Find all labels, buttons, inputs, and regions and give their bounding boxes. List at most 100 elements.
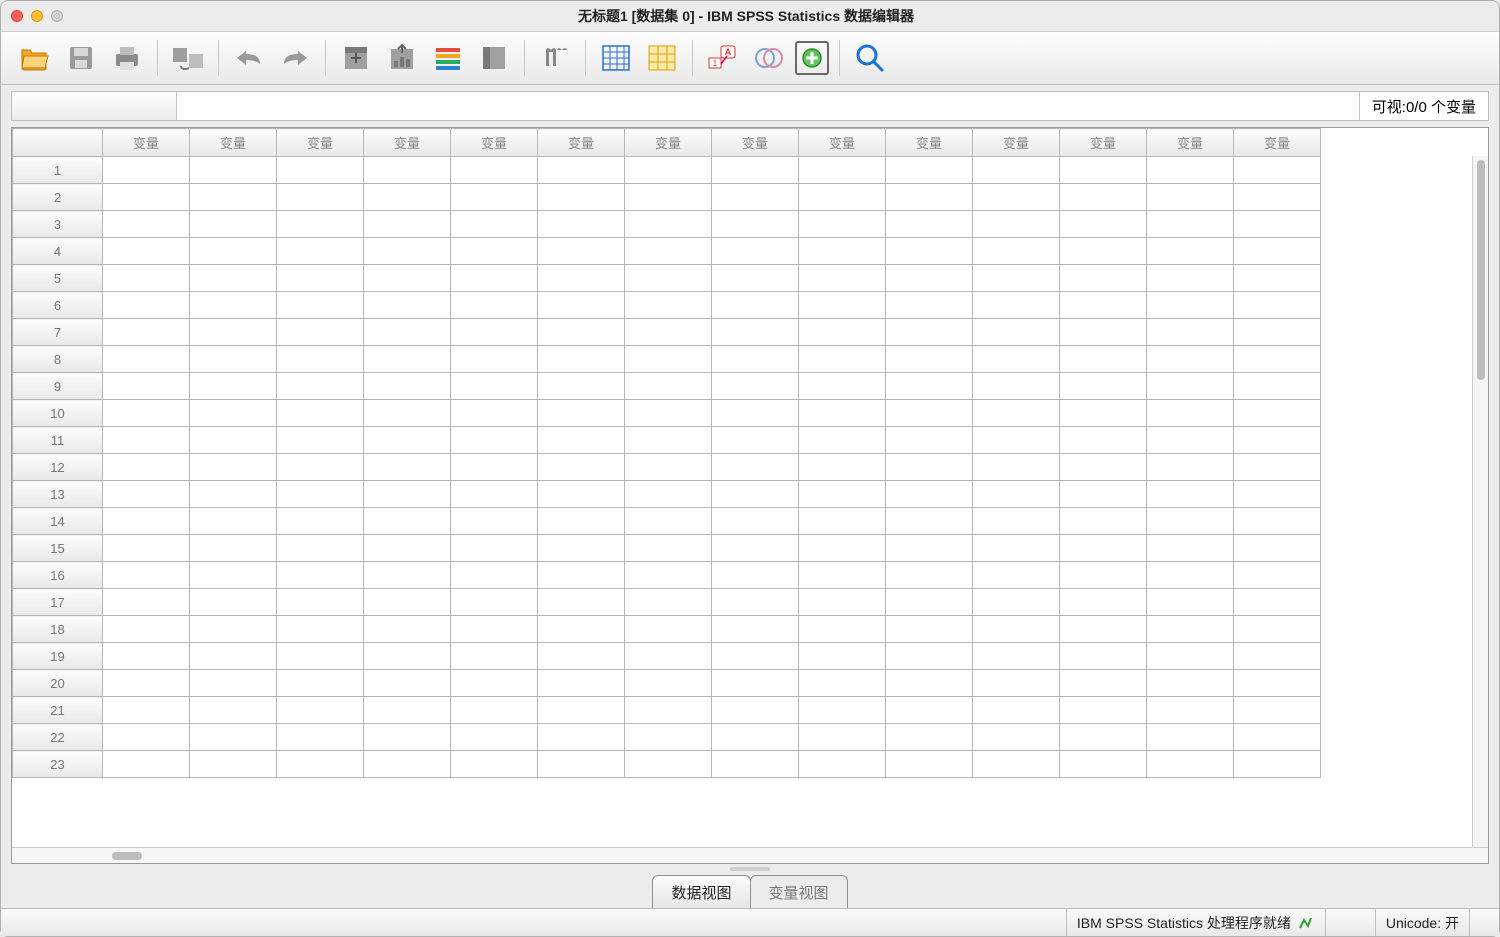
data-cell[interactable] bbox=[1234, 454, 1321, 481]
data-cell[interactable] bbox=[973, 346, 1060, 373]
data-cell[interactable] bbox=[712, 157, 799, 184]
data-cell[interactable] bbox=[277, 508, 364, 535]
data-cell[interactable] bbox=[973, 265, 1060, 292]
data-cell[interactable] bbox=[364, 184, 451, 211]
data-cell[interactable] bbox=[712, 292, 799, 319]
data-cell[interactable] bbox=[364, 724, 451, 751]
horizontal-scrollbar[interactable] bbox=[12, 847, 1488, 863]
row-header[interactable]: 22 bbox=[13, 724, 103, 751]
row-header[interactable]: 1 bbox=[13, 157, 103, 184]
column-header[interactable]: 变量 bbox=[190, 129, 277, 157]
data-cell[interactable] bbox=[190, 454, 277, 481]
tab-data-view[interactable]: 数据视图 bbox=[652, 875, 750, 909]
data-cell[interactable] bbox=[538, 373, 625, 400]
data-cell[interactable] bbox=[1234, 751, 1321, 778]
data-cell[interactable] bbox=[364, 238, 451, 265]
data-cell[interactable] bbox=[625, 346, 712, 373]
data-cell[interactable] bbox=[1147, 508, 1234, 535]
data-cell[interactable] bbox=[712, 751, 799, 778]
data-cell[interactable] bbox=[1147, 265, 1234, 292]
data-cell[interactable] bbox=[886, 319, 973, 346]
data-cell[interactable] bbox=[190, 562, 277, 589]
data-cell[interactable] bbox=[103, 481, 190, 508]
data-cell[interactable] bbox=[103, 724, 190, 751]
data-cell[interactable] bbox=[886, 670, 973, 697]
data-cell[interactable] bbox=[538, 346, 625, 373]
data-cell[interactable] bbox=[1147, 481, 1234, 508]
data-cell[interactable] bbox=[1234, 508, 1321, 535]
data-cell[interactable] bbox=[973, 184, 1060, 211]
data-cell[interactable] bbox=[625, 670, 712, 697]
data-cell[interactable] bbox=[277, 751, 364, 778]
data-cell[interactable] bbox=[625, 454, 712, 481]
data-cell[interactable] bbox=[625, 481, 712, 508]
data-cell[interactable] bbox=[712, 265, 799, 292]
data-cell[interactable] bbox=[190, 670, 277, 697]
data-cell[interactable] bbox=[799, 157, 886, 184]
row-header[interactable]: 17 bbox=[13, 589, 103, 616]
data-cell[interactable] bbox=[190, 373, 277, 400]
data-cell[interactable] bbox=[277, 562, 364, 589]
data-cell[interactable] bbox=[1234, 562, 1321, 589]
data-cell[interactable] bbox=[799, 373, 886, 400]
value-labels-icon[interactable]: A1 bbox=[703, 38, 743, 78]
data-cell[interactable] bbox=[625, 643, 712, 670]
data-cell[interactable] bbox=[886, 535, 973, 562]
data-cell[interactable] bbox=[1147, 292, 1234, 319]
row-header[interactable]: 3 bbox=[13, 211, 103, 238]
data-cell[interactable] bbox=[364, 751, 451, 778]
row-header[interactable]: 2 bbox=[13, 184, 103, 211]
data-cell[interactable] bbox=[973, 400, 1060, 427]
data-cell[interactable] bbox=[451, 211, 538, 238]
data-cell[interactable] bbox=[886, 373, 973, 400]
data-cell[interactable] bbox=[364, 643, 451, 670]
data-cell[interactable] bbox=[625, 427, 712, 454]
data-cell[interactable] bbox=[1147, 400, 1234, 427]
data-cell[interactable] bbox=[190, 292, 277, 319]
data-cell[interactable] bbox=[364, 211, 451, 238]
split-file-icon[interactable] bbox=[596, 38, 636, 78]
data-cell[interactable] bbox=[451, 346, 538, 373]
data-cell[interactable] bbox=[451, 481, 538, 508]
row-header[interactable]: 19 bbox=[13, 643, 103, 670]
data-cell[interactable] bbox=[1147, 373, 1234, 400]
data-cell[interactable] bbox=[103, 562, 190, 589]
data-cell[interactable] bbox=[973, 373, 1060, 400]
redo-icon[interactable] bbox=[275, 38, 315, 78]
data-cell[interactable] bbox=[886, 184, 973, 211]
data-cell[interactable] bbox=[190, 589, 277, 616]
data-cell[interactable] bbox=[364, 697, 451, 724]
data-cell[interactable] bbox=[1234, 319, 1321, 346]
data-cell[interactable] bbox=[103, 589, 190, 616]
data-cell[interactable] bbox=[886, 616, 973, 643]
data-cell[interactable] bbox=[277, 670, 364, 697]
data-cell[interactable] bbox=[364, 427, 451, 454]
data-cell[interactable] bbox=[103, 454, 190, 481]
data-cell[interactable] bbox=[190, 535, 277, 562]
data-cell[interactable] bbox=[625, 184, 712, 211]
data-cell[interactable] bbox=[364, 562, 451, 589]
row-header[interactable]: 6 bbox=[13, 292, 103, 319]
data-cell[interactable] bbox=[538, 535, 625, 562]
row-header[interactable]: 5 bbox=[13, 265, 103, 292]
column-header[interactable]: 变量 bbox=[451, 129, 538, 157]
row-header[interactable]: 7 bbox=[13, 319, 103, 346]
data-cell[interactable] bbox=[277, 616, 364, 643]
data-cell[interactable] bbox=[973, 481, 1060, 508]
data-cell[interactable] bbox=[364, 157, 451, 184]
data-cell[interactable] bbox=[103, 670, 190, 697]
data-cell[interactable] bbox=[538, 481, 625, 508]
data-cell[interactable] bbox=[973, 238, 1060, 265]
data-cell[interactable] bbox=[103, 265, 190, 292]
data-cell[interactable] bbox=[625, 292, 712, 319]
data-cell[interactable] bbox=[799, 292, 886, 319]
data-cell[interactable] bbox=[973, 616, 1060, 643]
row-header[interactable]: 4 bbox=[13, 238, 103, 265]
run-analysis-icon[interactable] bbox=[474, 38, 514, 78]
data-cell[interactable] bbox=[538, 211, 625, 238]
data-cell[interactable] bbox=[364, 400, 451, 427]
data-cell[interactable] bbox=[190, 238, 277, 265]
data-cell[interactable] bbox=[103, 319, 190, 346]
data-cell[interactable] bbox=[712, 670, 799, 697]
data-cell[interactable] bbox=[451, 157, 538, 184]
